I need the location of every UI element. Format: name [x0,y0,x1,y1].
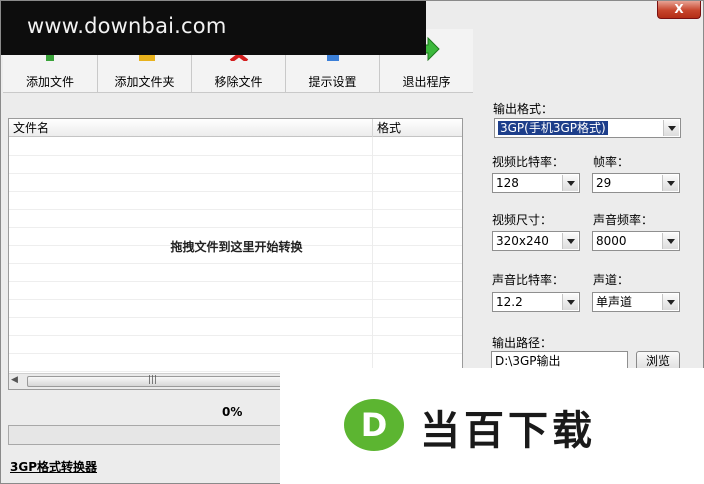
row-divider [9,191,462,192]
framerate-select[interactable]: 29 [592,173,680,193]
watermark-logo-icon: D [344,399,404,451]
row-divider [9,299,462,300]
video-bitrate-label: 视频比特率： [492,155,565,169]
close-icon: X [674,2,684,16]
framerate-label: 帧率： [593,155,630,169]
column-header-filename[interactable]: 文件名 [9,119,373,137]
channel-value: 单声道 [596,295,633,309]
watermark-logo-letter: D [361,406,388,444]
row-divider [9,173,462,174]
row-divider [9,281,462,282]
output-path-label: 输出路径： [492,336,553,350]
watermark-banner: www.downbai.com [1,1,426,55]
add-folder-label: 添加文件夹 [114,75,175,89]
row-divider [9,317,462,318]
close-window-button[interactable]: X [657,1,701,19]
audio-samplerate-label: 声音频率： [593,213,654,227]
row-divider [9,353,462,354]
audio-samplerate-select[interactable]: 8000 [592,231,680,251]
video-size-value: 320x240 [496,234,549,248]
row-divider [9,335,462,336]
column-divider [372,137,373,373]
output-format-select[interactable]: 3GP(手机3GP格式) [494,118,681,138]
app-name-link[interactable]: 3GP格式转换器 [10,458,97,475]
progress-bar [8,425,308,445]
chevron-down-icon[interactable] [562,294,578,310]
settings-label: 提示设置 [308,75,357,89]
watermark-logo: D 当百下载 [280,368,704,484]
audio-bitrate-select[interactable]: 12.2 [492,292,580,312]
chevron-down-icon[interactable] [662,175,678,191]
add-file-label: 添加文件 [25,75,74,89]
output-format-label: 输出格式： [493,102,554,116]
column-header-format[interactable]: 格式 [373,119,462,137]
scroll-left-icon[interactable]: ◀ [11,375,18,385]
scrollbar-thumb[interactable]: ||| [27,375,287,387]
chevron-down-icon[interactable] [662,233,678,249]
video-bitrate-select[interactable]: 128 [492,173,580,193]
output-format-value: 3GP(手机3GP格式) [498,121,608,135]
row-divider [9,227,462,228]
audio-bitrate-value: 12.2 [496,295,523,309]
file-list-rows [9,137,462,373]
remove-file-label: 移除文件 [214,75,263,89]
channel-label: 声道： [593,273,630,287]
watermark-site-text: www.downbai.com [27,14,227,38]
audio-samplerate-value: 8000 [596,234,627,248]
exit-label: 退出程序 [402,75,451,89]
channel-select[interactable]: 单声道 [592,292,680,312]
file-list-header: 文件名 格式 [9,119,462,137]
row-divider [9,209,462,210]
chevron-down-icon[interactable] [562,233,578,249]
chevron-down-icon[interactable] [662,294,678,310]
video-bitrate-value: 128 [496,176,519,190]
video-size-label: 视频尺寸： [492,213,553,227]
row-divider [9,263,462,264]
video-size-select[interactable]: 320x240 [492,231,580,251]
file-list[interactable]: 文件名 格式 拖拽文件到这里开始转换 ◀ ||| [8,118,463,390]
watermark-logo-text: 当百下载 [420,408,596,454]
chevron-down-icon[interactable] [562,175,578,191]
app-window: X 添加文件 添加文件夹 移除文件 提示设置 退出程序 www.downbai.… [0,0,704,484]
scrollbar-grip: ||| [148,375,158,385]
drop-hint-text: 拖拽文件到这里开始转换 [170,240,303,254]
chevron-down-icon[interactable] [663,120,679,136]
progress-percent: 0% [222,405,243,419]
row-divider [9,155,462,156]
audio-bitrate-label: 声音比特率： [492,273,565,287]
framerate-value: 29 [596,176,612,190]
